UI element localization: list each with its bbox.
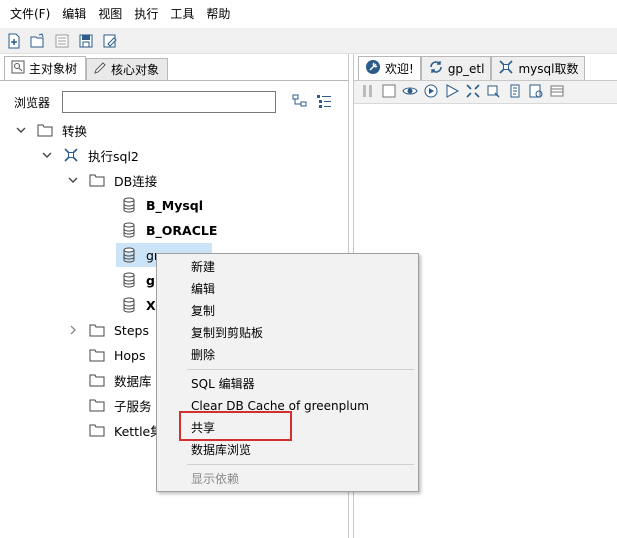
tree-label: 执行sql2 — [88, 148, 139, 164]
menu-bar: 文件(F) 编辑 视图 执行 工具 帮助 — [0, 0, 617, 28]
folder-icon — [88, 422, 106, 438]
tree-node-kettle-clusters[interactable]: Kettle集 — [88, 418, 163, 442]
database-icon — [120, 222, 138, 238]
menu-item-delete[interactable]: 删除 — [191, 344, 215, 366]
check-transform-icon[interactable] — [465, 83, 481, 102]
browser-row: 浏览器 — [14, 90, 344, 114]
tab-main-object-tree[interactable]: 主对象树 — [4, 56, 87, 80]
menu-item-copy-to-clipboard[interactable]: 复制到剪贴板 — [191, 322, 263, 344]
explore-db-icon[interactable] — [528, 83, 544, 102]
share-highlight-box — [179, 411, 292, 441]
menu-view[interactable]: 视图 — [92, 0, 128, 28]
folder-icon — [88, 172, 106, 188]
spoon-icon — [365, 59, 381, 78]
folder-icon — [88, 372, 106, 388]
database-icon — [120, 272, 138, 288]
menu-item-explore-database[interactable]: 数据库浏览 — [191, 439, 251, 461]
job-icon — [428, 59, 444, 78]
chevron-down-icon[interactable] — [40, 148, 54, 162]
tab-label: 欢迎! — [385, 62, 414, 76]
replay-icon[interactable] — [444, 83, 460, 102]
tree-node-connection[interactable]: B_Mysql — [120, 193, 203, 217]
tree-node-db-connections[interactable]: DB连接 — [66, 168, 157, 192]
tab-label: gp_etl — [447, 61, 485, 76]
new-file-icon[interactable] — [4, 31, 24, 51]
tree-node-database-partitions[interactable]: 数据库 — [88, 368, 152, 392]
debug-icon[interactable] — [423, 83, 439, 102]
menu-separator — [187, 369, 414, 370]
chevron-down-icon[interactable] — [66, 173, 80, 187]
tree-node-hops[interactable]: Hops — [88, 343, 146, 367]
editor-tabs: 欢迎! gp_etl mysql取数 — [358, 56, 586, 80]
menu-edit[interactable]: 编辑 — [56, 0, 92, 28]
folder-icon — [88, 397, 106, 413]
chevron-right-icon[interactable] — [66, 323, 80, 337]
browser-label: 浏览器 — [14, 95, 51, 110]
tree-label: Hops — [114, 347, 146, 363]
tab-mysql-fetch[interactable]: mysql取数 — [491, 56, 586, 80]
transform-icon — [62, 147, 80, 163]
folder-icon — [88, 322, 106, 338]
tab-divider — [0, 80, 349, 81]
search-icon — [11, 60, 25, 77]
tree-label: 转换 — [62, 123, 88, 139]
transform-icon — [498, 59, 514, 78]
open-folder-icon[interactable] — [28, 31, 48, 51]
tree-label: B_ORACLE — [146, 222, 218, 238]
menu-run[interactable]: 执行 — [128, 0, 164, 28]
tree-label: Steps — [114, 322, 149, 338]
grid-layout-icon[interactable] — [549, 83, 565, 102]
tree-node-steps[interactable]: Steps — [66, 318, 149, 342]
explore-repository-icon[interactable] — [52, 31, 72, 51]
menu-file[interactable]: 文件(F) — [4, 0, 56, 28]
menu-item-sql-editor[interactable]: SQL 编辑器 — [191, 373, 255, 395]
tree-label: 数据库 — [114, 373, 152, 389]
tree-node-transformations[interactable]: 转换 — [14, 118, 87, 142]
tree-node-transform[interactable]: 执行sql2 — [40, 143, 139, 167]
expand-tree-icon[interactable] — [292, 93, 308, 112]
main-toolbar — [0, 28, 617, 54]
tree-label: X — [146, 297, 156, 313]
pause-icon[interactable] — [360, 83, 376, 102]
browser-tools — [292, 93, 332, 112]
context-menu: 新建 编辑 复制 复制到剪贴板 删除 SQL 编辑器 Clear DB Cach… — [156, 253, 419, 492]
menu-item-edit[interactable]: 编辑 — [191, 278, 215, 300]
tab-welcome[interactable]: 欢迎! — [358, 56, 421, 80]
save-as-icon[interactable] — [100, 31, 120, 51]
pencil-icon — [93, 61, 107, 78]
folder-icon — [36, 122, 54, 138]
tree-node-connection[interactable]: B_ORACLE — [120, 218, 217, 242]
tree-label: DB连接 — [114, 173, 158, 189]
folder-icon — [88, 347, 106, 363]
browser-search-input[interactable] — [62, 91, 276, 113]
tree-label: 子服务 — [114, 398, 152, 414]
menu-item-show-dependencies: 显示依赖 — [191, 472, 240, 486]
database-icon — [120, 197, 138, 213]
tree-node-slave-servers[interactable]: 子服务 — [88, 393, 152, 417]
menu-help[interactable]: 帮助 — [200, 0, 236, 28]
save-icon[interactable] — [76, 31, 96, 51]
tree-node-connection[interactable]: gr — [120, 268, 161, 292]
tab-core-objects[interactable]: 核心对象 — [86, 58, 169, 80]
collapse-tree-icon[interactable] — [316, 93, 332, 112]
menu-item-new[interactable]: 新建 — [191, 256, 215, 278]
stop-icon[interactable] — [381, 83, 397, 102]
tab-label: mysql取数 — [518, 62, 579, 76]
chevron-down-icon[interactable] — [14, 123, 28, 137]
database-icon — [120, 247, 138, 263]
tree-node-connection[interactable]: X — [120, 293, 156, 317]
database-icon — [120, 297, 138, 313]
impact-analysis-icon[interactable] — [486, 83, 502, 102]
tree-label: B_Mysql — [146, 197, 204, 213]
menu-item-duplicate[interactable]: 复制 — [191, 300, 215, 322]
tab-label: 核心对象 — [111, 63, 160, 77]
editor-toolbar — [354, 80, 617, 104]
preview-eye-icon[interactable] — [402, 83, 418, 102]
tab-label: 主对象树 — [29, 62, 78, 76]
menu-tools[interactable]: 工具 — [164, 0, 200, 28]
left-tabs: 主对象树 核心对象 — [4, 56, 169, 80]
tab-gp-etl[interactable]: gp_etl — [420, 56, 492, 80]
menu-separator — [187, 464, 414, 465]
sql-script-icon[interactable] — [507, 83, 523, 102]
